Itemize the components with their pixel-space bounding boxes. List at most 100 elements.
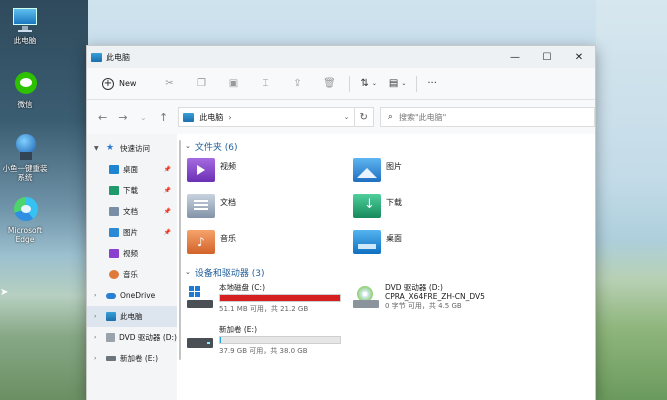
breadcrumb-location[interactable]: 此电脑: [199, 112, 223, 123]
sidebar-item-onedrive[interactable]: › OneDrive: [87, 285, 177, 306]
chevron-down-icon: ⌄: [371, 80, 377, 87]
cut-button[interactable]: ✂: [153, 74, 185, 94]
sidebar-item-new-volume[interactable]: › 新加卷 (E:): [87, 348, 177, 369]
devices-section-header[interactable]: ⌄ 设备和驱动器 (3): [185, 262, 595, 282]
sidebar-item-music[interactable]: 音乐: [87, 264, 177, 285]
sort-dropdown[interactable]: ⇅ ⌄: [354, 74, 382, 94]
view-dropdown[interactable]: ▤ ⌄: [383, 74, 412, 94]
pin-icon[interactable]: 📌: [164, 229, 171, 236]
window-title: 此电脑: [106, 52, 130, 62]
installer-icon: [10, 134, 40, 162]
desktop-icon-wechat[interactable]: 微信: [0, 70, 50, 109]
sidebar-item-dvd-drive[interactable]: › DVD 驱动器 (D:): [87, 327, 177, 348]
desktop-icon-label: Microsoft Edge: [7, 226, 43, 244]
chevron-right-icon[interactable]: ›: [94, 292, 104, 299]
arrow-right-icon: →: [118, 110, 128, 124]
chevron-down-icon: ⌄: [139, 112, 147, 122]
sort-icon: ⇅: [360, 78, 369, 89]
drive-free-space: 37.9 GB 可用，共 38.0 GB: [219, 347, 308, 355]
chevron-right-icon[interactable]: ›: [94, 334, 104, 341]
folder-label: 下载: [386, 197, 402, 207]
drive-item-d[interactable]: DVD 驱动器 (D:) CPRA_X64FRE_ZH-CN_DV5 0 字节 …: [353, 282, 533, 318]
pictures-folder-icon: [109, 228, 119, 237]
refresh-icon: ↻: [359, 111, 368, 123]
drive-usage-fill: [220, 295, 340, 301]
chevron-down-icon[interactable]: ▼: [94, 145, 104, 152]
chevron-down-icon[interactable]: ⌄: [185, 142, 191, 150]
sidebar-item-label: 音乐: [123, 270, 138, 279]
refresh-button[interactable]: ↻: [354, 107, 374, 127]
breadcrumb-separator: ›: [228, 112, 232, 122]
title-bar[interactable]: 此电脑 — ☐ ✕: [87, 46, 595, 68]
folder-item-documents[interactable]: 文档: [187, 192, 353, 220]
sidebar-item-label: DVD 驱动器 (D:): [119, 333, 177, 342]
folders-section-header[interactable]: ⌄ 文件夹 (6): [185, 136, 595, 156]
desktop-icon-label: 此电脑: [13, 36, 37, 45]
sidebar-item-pictures[interactable]: 图片 📌: [87, 222, 177, 243]
pictures-folder-icon: [353, 158, 381, 182]
pin-icon[interactable]: 📌: [164, 208, 171, 215]
navigation-pane: ▼ ★ 快速访问 桌面 📌 下载 📌 文档 📌 图片 📌 视频 音乐 › One…: [87, 134, 177, 400]
share-button[interactable]: ⇪: [281, 74, 313, 94]
toolbar-divider: [416, 75, 418, 92]
chevron-down-icon: ⌄: [401, 80, 407, 87]
chevron-down-icon[interactable]: ⌄: [344, 113, 350, 121]
folder-item-pictures[interactable]: 图片: [353, 156, 519, 184]
download-folder-icon: ↓: [353, 194, 381, 218]
share-icon: ⇪: [293, 78, 302, 89]
close-button[interactable]: ✕: [563, 46, 595, 68]
pin-icon[interactable]: 📌: [164, 187, 171, 194]
arrow-up-icon: ↑: [159, 110, 169, 124]
search-box[interactable]: ⌕ 搜索"此电脑": [379, 107, 595, 127]
desktop-icon-this-pc[interactable]: 此电脑: [0, 6, 50, 45]
dvd-drive-icon: [105, 333, 115, 342]
desktop-icon-installer[interactable]: 小鱼一键重装系统: [0, 134, 50, 182]
pin-icon[interactable]: 📌: [164, 166, 171, 173]
sidebar-item-videos[interactable]: 视频: [87, 243, 177, 264]
copy-button[interactable]: ❐: [185, 74, 217, 94]
chevron-down-icon[interactable]: ⌄: [185, 268, 191, 276]
sidebar-item-label: 快速访问: [120, 144, 150, 153]
drive-item-e[interactable]: 新加卷 (E:) 37.9 GB 可用，共 38.0 GB: [187, 324, 353, 360]
desktop-icon-edge[interactable]: Microsoft Edge: [0, 196, 50, 244]
sidebar-item-documents[interactable]: 文档 📌: [87, 201, 177, 222]
forward-button[interactable]: →: [113, 107, 132, 127]
drive-usage-bar: [219, 336, 341, 344]
new-button[interactable]: + New: [97, 74, 141, 94]
search-icon: ⌕: [387, 112, 393, 122]
folder-item-desktop[interactable]: 桌面: [353, 228, 519, 256]
vertical-scrollbar[interactable]: [179, 140, 181, 360]
sidebar-item-quick-access[interactable]: ▼ ★ 快速访问: [87, 138, 177, 159]
chevron-right-icon[interactable]: ›: [94, 313, 104, 320]
content-pane[interactable]: ⌄ 文件夹 (6) 视频 图片 文档 ↓ 下载 ♪ 音乐 桌面 ⌄ 设备和驱动器…: [177, 134, 595, 400]
minimize-button[interactable]: —: [499, 46, 531, 68]
more-options-button[interactable]: ···: [421, 74, 443, 94]
view-icon: ▤: [388, 78, 399, 89]
desktop-wallpaper-right: [596, 0, 667, 400]
desktop-folder-icon: [353, 230, 381, 254]
sidebar-item-desktop[interactable]: 桌面 📌: [87, 159, 177, 180]
drive-item-c[interactable]: 本地磁盘 (C:) 51.1 MB 可用，共 21.2 GB: [187, 282, 353, 318]
maximize-button[interactable]: ☐: [531, 46, 563, 68]
paste-button[interactable]: ▣: [217, 74, 249, 94]
recent-locations-button[interactable]: ⌄: [134, 107, 153, 127]
folder-label: 桌面: [386, 233, 402, 243]
drive-free-space: 0 字节 可用，共 4.5 GB: [385, 302, 462, 310]
sidebar-item-this-pc[interactable]: › 此电脑: [87, 306, 177, 327]
new-button-label: New: [119, 79, 137, 88]
up-button[interactable]: ↑: [154, 107, 173, 127]
clipboard-icon: ▣: [228, 78, 239, 89]
folder-item-downloads[interactable]: ↓ 下载: [353, 192, 519, 220]
rename-button[interactable]: ⌶: [249, 74, 281, 94]
drive-icon: [187, 328, 215, 352]
folder-item-music[interactable]: ♪ 音乐: [187, 228, 353, 256]
address-field[interactable]: 此电脑 › ⌄: [178, 107, 355, 127]
videos-folder-icon: [187, 158, 215, 182]
this-pc-icon: [183, 112, 195, 122]
sidebar-item-downloads[interactable]: 下载 📌: [87, 180, 177, 201]
back-button[interactable]: ←: [93, 107, 112, 127]
file-explorer-window[interactable]: 此电脑 — ☐ ✕ + New ✂ ❐ ▣ ⌶ ⇪ 🗑 ⇅ ⌄ ▤ ⌄ ··· …: [86, 45, 596, 400]
delete-button[interactable]: 🗑: [313, 74, 345, 94]
folder-item-videos[interactable]: 视频: [187, 156, 353, 184]
chevron-right-icon[interactable]: ›: [94, 355, 104, 362]
